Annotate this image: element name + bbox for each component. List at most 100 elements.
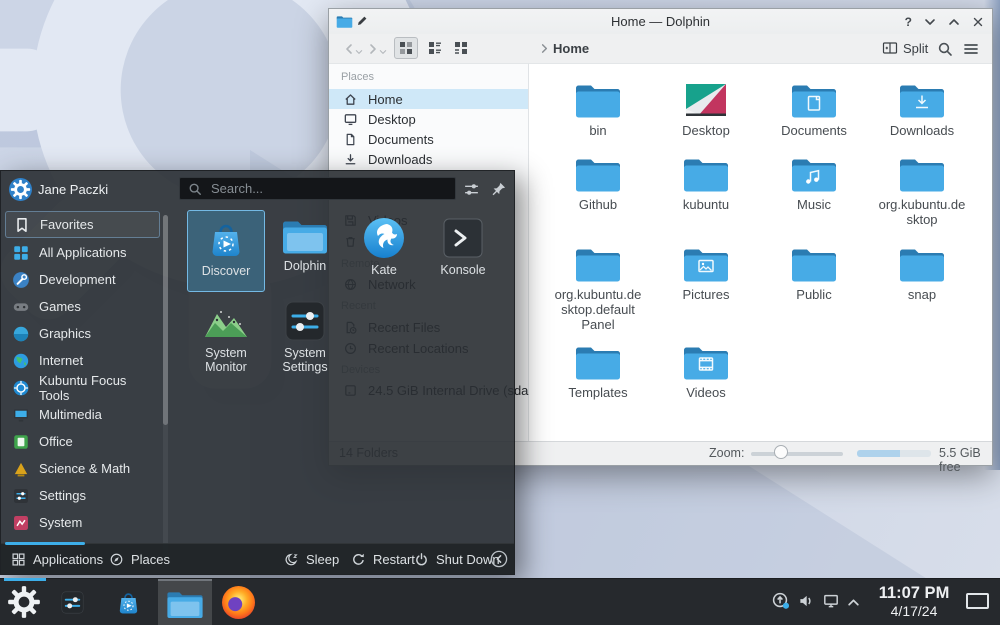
folder-item-pictures[interactable]: Pictures (658, 244, 754, 302)
sidebar-item-development[interactable]: Development (5, 266, 160, 293)
app-tile-konsole[interactable]: Konsole (424, 210, 502, 292)
place-item-documents[interactable]: Documents (329, 129, 528, 149)
leave-chevron-button[interactable] (490, 544, 508, 574)
app-tile-dolphin[interactable]: Dolphin (266, 210, 344, 292)
menu-button[interactable] (963, 41, 979, 57)
folder-item-documents[interactable]: Documents (766, 80, 862, 138)
app-tile-kate[interactable]: Kate (345, 210, 423, 292)
moon-icon (284, 552, 299, 567)
folder-item-org-kubuntu-desktop-default-panel[interactable]: org.kubuntu.desktop.default Panel (550, 244, 646, 332)
document-icon (343, 132, 358, 147)
user-avatar[interactable] (9, 178, 32, 201)
split-icon (882, 40, 898, 56)
taskbar: 11:07 PM 4/17/24 (0, 578, 1000, 625)
view-tree-button[interactable] (449, 37, 473, 59)
close-button[interactable] (972, 16, 984, 28)
pin-icon[interactable] (490, 181, 507, 198)
app-tile-system-settings[interactable]: System Settings (266, 293, 344, 375)
folder-item-snap[interactable]: snap (874, 244, 970, 302)
folder-item-videos[interactable]: Videos (658, 342, 754, 400)
back-dropdown-icon[interactable] (355, 48, 363, 56)
search-button[interactable] (937, 41, 953, 57)
wrench-icon (12, 271, 30, 289)
category-label: Science & Math (39, 461, 130, 476)
folder-icon (682, 154, 730, 194)
category-label: Internet (39, 353, 83, 368)
tab-places[interactable]: Places (109, 544, 170, 574)
zoom-slider-knob[interactable] (774, 445, 788, 459)
search-input[interactable] (209, 180, 413, 197)
configure-icon[interactable] (463, 181, 480, 198)
maximize-button[interactable] (948, 16, 960, 28)
folder-item-music[interactable]: Music (766, 154, 862, 212)
folder-name: Music (766, 197, 862, 212)
place-item-desktop[interactable]: Desktop (329, 109, 528, 129)
task-firefox[interactable] (222, 586, 255, 619)
folder-name: snap (874, 287, 970, 302)
launcher-button[interactable] (7, 585, 41, 619)
app-label: Discover (188, 264, 264, 278)
search-icon (188, 182, 202, 196)
category-scrollbar[interactable] (163, 215, 168, 561)
place-label: Home (368, 92, 403, 107)
forward-dropdown-icon[interactable] (379, 48, 387, 56)
shutdown-button[interactable]: Shut Down (414, 544, 500, 574)
folder-name: Downloads (874, 123, 970, 138)
task-dolphin[interactable] (165, 588, 205, 620)
sidebar-item-settings[interactable]: Settings (5, 482, 160, 509)
network-tray-icon[interactable] (822, 592, 840, 610)
sidebar-item-graphics[interactable]: Graphics (5, 320, 160, 347)
view-icons-button[interactable] (394, 37, 418, 59)
forward-button[interactable] (367, 43, 379, 55)
folder-icon (790, 244, 838, 284)
breadcrumb[interactable]: Home (553, 41, 589, 56)
dolphin-titlebar[interactable]: Home — Dolphin ? (329, 9, 992, 34)
folder-name: bin (550, 123, 646, 138)
place-item-home[interactable]: Home (329, 89, 528, 109)
tab-applications[interactable]: Applications (11, 544, 103, 574)
folder-item-templates[interactable]: Templates (550, 342, 646, 400)
sidebar-item-science-math[interactable]: Science & Math (5, 455, 160, 482)
folder-item-org-kubuntu-desktop[interactable]: org.kubuntu.desktop (874, 154, 970, 227)
sidebar-item-games[interactable]: Games (5, 293, 160, 320)
view-details-button[interactable] (423, 37, 447, 59)
folder-item-public[interactable]: Public (766, 244, 862, 302)
system-icon (12, 514, 30, 532)
app-tile-discover[interactable]: Discover (187, 210, 265, 292)
restart-button[interactable]: Restart (351, 544, 415, 574)
sidebar-item-internet[interactable]: Internet (5, 347, 160, 374)
download-icon (343, 152, 358, 167)
show-desktop-button[interactable] (966, 593, 989, 609)
folder-item-kubuntu[interactable]: kubuntu (658, 154, 754, 212)
zoom-slider[interactable] (751, 452, 843, 456)
folder-item-desktop[interactable]: Desktop (658, 80, 754, 138)
sidebar-item-kubuntu-focus-tools[interactable]: Kubuntu Focus Tools (5, 374, 160, 401)
task-discover[interactable] (113, 587, 144, 618)
back-button[interactable] (343, 43, 355, 55)
search-field[interactable] (179, 177, 456, 200)
split-button[interactable]: Split (882, 40, 928, 56)
task-system-settings[interactable] (59, 589, 86, 616)
minimize-button[interactable] (924, 16, 936, 28)
updates-tray-icon[interactable] (771, 591, 790, 610)
tray-expand-arrow[interactable] (847, 596, 860, 609)
sleep-button[interactable]: Sleep (284, 544, 339, 574)
folder-item-github[interactable]: Github (550, 154, 646, 212)
place-item-downloads[interactable]: Downloads (329, 149, 528, 169)
app-tile-system-monitor[interactable]: System Monitor (187, 293, 265, 375)
details-view-icon (427, 40, 443, 56)
user-name: Jane Paczki (38, 182, 108, 197)
place-label: Downloads (368, 152, 432, 167)
desktop: Home — Dolphin ? Home Split (0, 0, 1000, 625)
volume-tray-icon[interactable] (797, 592, 815, 610)
folder-item-bin[interactable]: bin (550, 80, 646, 138)
places-header: Places (341, 71, 374, 83)
folder-item-downloads[interactable]: Downloads (874, 80, 970, 138)
help-button[interactable]: ? (905, 15, 912, 29)
sidebar-item-system[interactable]: System (5, 509, 160, 536)
sidebar-item-all-applications[interactable]: All Applications (5, 239, 160, 266)
sidebar-item-office[interactable]: Office (5, 428, 160, 455)
sidebar-item-multimedia[interactable]: Multimedia (5, 401, 160, 428)
sidebar-item-favorites[interactable]: Favorites (5, 211, 160, 238)
digital-clock[interactable]: 11:07 PM 4/17/24 (862, 583, 966, 619)
